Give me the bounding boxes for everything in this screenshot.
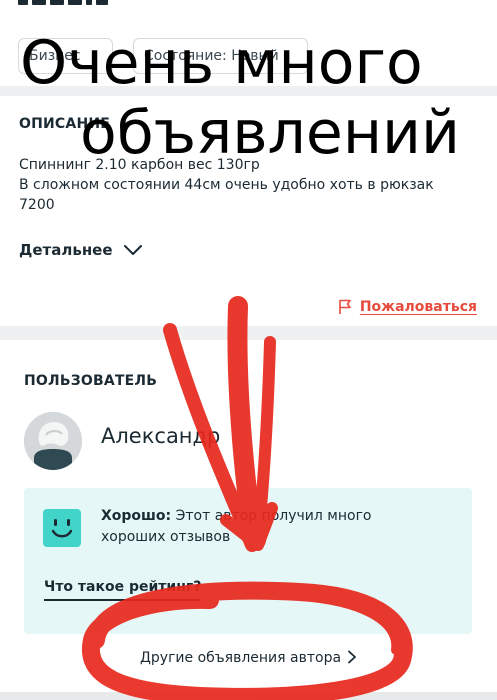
flag-icon [339,299,351,314]
other-ads-link[interactable]: Другие объявления автора [0,650,497,666]
smile-icon [43,509,81,547]
details-toggle[interactable]: Детальнее [19,241,143,259]
other-ads-label: Другие объявления автора [139,650,342,666]
description-card: ОПИСАНИЕ Спиннинг 2.10 карбон вес 130гр … [0,96,497,326]
description-heading: ОПИСАНИЕ [19,116,111,132]
report-link[interactable]: Пожаловаться [338,299,477,315]
chevron-right-icon [348,650,356,664]
user-heading: ПОЛЬЗОВАТЕЛЬ [24,373,158,389]
rating-text: Хорошо: Этот автор получил много хороших… [101,506,411,548]
default-avatar-icon [24,412,82,470]
condition-chip[interactable]: Состояние: Новый [133,38,308,74]
details-label: Детальнее [19,241,113,259]
user-card: ПОЛЬЗОВАТЕЛЬ Александр Хорошо: Этот авто… [0,340,497,692]
chevron-down-icon [123,245,142,255]
description-text: Спиннинг 2.10 карбон вес 130гр В сложном… [19,155,479,215]
description-line: 7200 [19,197,55,213]
bottom-divider [0,692,497,700]
category-chip[interactable]: Бизнес [18,38,113,74]
description-line: Спиннинг 2.10 карбон вес 130гр [19,157,260,173]
rating-title: Хорошо: [101,508,172,524]
rating-info-link[interactable]: Что такое рейтинг? [44,579,202,601]
listing-header-card: Бизнес Состояние: Новый [0,0,497,86]
avatar[interactable] [24,412,82,470]
price-fragment [18,0,138,5]
report-label: Пожаловаться [359,299,477,315]
rating-box: Хорошо: Этот автор получил много хороших… [24,488,472,634]
description-line: В сложном состоянии 44см очень удобно хо… [19,177,434,193]
user-name[interactable]: Александр [101,424,220,448]
